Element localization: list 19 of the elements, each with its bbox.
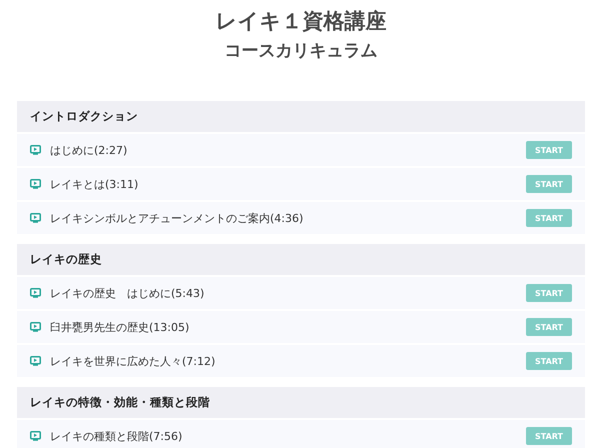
video-icon	[30, 179, 41, 189]
lesson-title[interactable]: レイキの歴史 はじめに(5:43)	[50, 286, 526, 300]
lesson-title[interactable]: レイキシンボルとアチューンメントのご案内(4:36)	[50, 210, 526, 226]
lesson-title[interactable]: レイキを世界に広めた人々(7:12)	[50, 354, 526, 368]
video-icon	[30, 145, 41, 155]
section-header: レイキの特徴・効能・種類と段階	[17, 387, 585, 418]
lesson-title[interactable]: レイキとは(3:11)	[50, 176, 526, 192]
page-title: レイキ１資格講座	[214, 8, 388, 34]
page-subtitle: コースカリキュラム	[224, 40, 378, 62]
lesson-title[interactable]: 臼井甕男先生の歴史(13:05)	[50, 320, 526, 334]
lesson-title[interactable]: はじめに(2:27)	[50, 142, 526, 158]
section-header: イントロダクション	[17, 101, 585, 132]
video-icon	[30, 431, 41, 441]
lesson-title[interactable]: レイキの種類と段階(7:56)	[50, 428, 526, 444]
video-icon	[30, 322, 41, 332]
video-icon	[30, 213, 41, 223]
video-icon	[30, 288, 41, 298]
section-header: レイキの歴史	[17, 244, 585, 275]
video-icon	[30, 356, 41, 366]
